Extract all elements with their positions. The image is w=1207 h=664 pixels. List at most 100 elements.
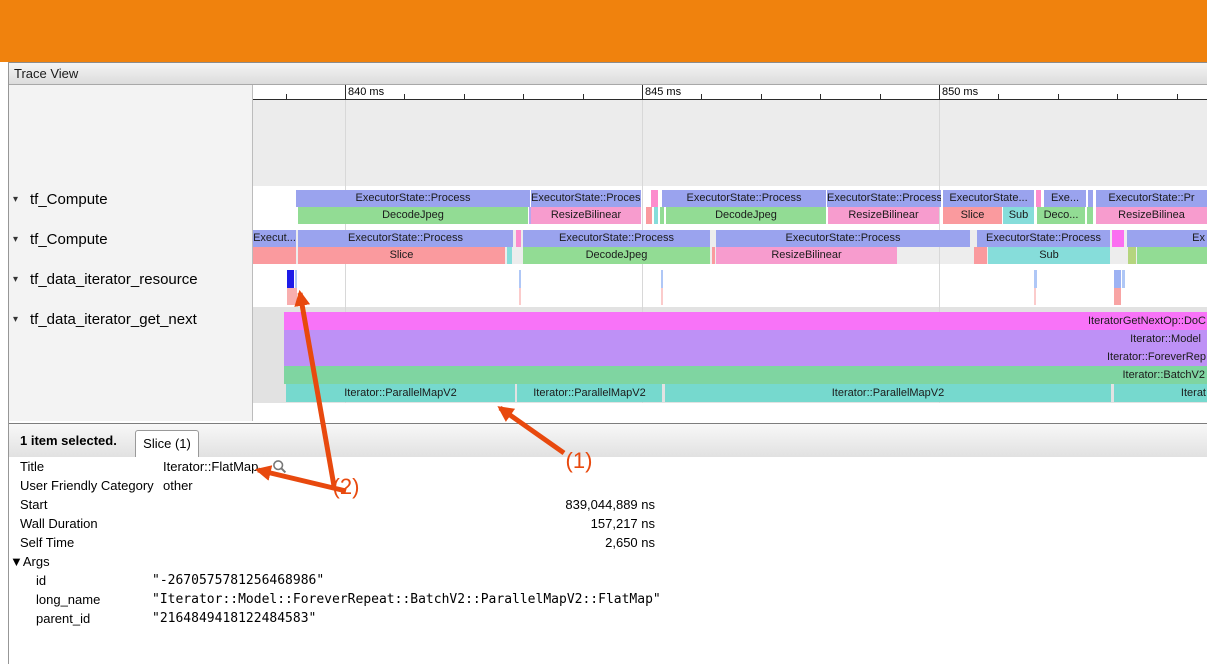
- trace-slice[interactable]: Iterator::ParallelMapV2: [665, 384, 1111, 402]
- trace-slice[interactable]: Iterator::ParallelMapV2: [517, 384, 662, 402]
- trace-slice[interactable]: ExecutorState::Process: [716, 230, 970, 247]
- trace-slice[interactable]: ResizeBilinear: [828, 207, 939, 224]
- trace-slice[interactable]: [295, 270, 297, 288]
- analysis-row: TitleIterator::FlatMap: [9, 457, 1207, 476]
- trace-slice[interactable]: [519, 288, 521, 305]
- track-name: tf_Compute: [30, 191, 108, 208]
- trace-slice[interactable]: ExecutorState::Pr: [1096, 190, 1207, 207]
- ruler-minor-tick: [1058, 94, 1059, 99]
- track-label-row: ▾ tf_data_iterator_get_next: [9, 311, 252, 331]
- trace-slice[interactable]: ResizeBilinear: [531, 207, 641, 224]
- analysis-row-value: other: [163, 478, 193, 493]
- selection-summary: 1 item selected.: [20, 424, 117, 457]
- trace-slice[interactable]: Ex: [1127, 230, 1207, 247]
- trace-slice[interactable]: [660, 207, 664, 224]
- ruler-minor-tick: [1177, 94, 1178, 99]
- ruler-major-tick: [345, 85, 346, 99]
- trace-slice[interactable]: ResizeBilinea: [1096, 207, 1207, 224]
- track-name: tf_Compute: [30, 231, 108, 248]
- trace-slice[interactable]: [1087, 207, 1093, 224]
- trace-view-titlebar: Trace View: [9, 62, 1207, 85]
- tab-slice[interactable]: Slice (1): [135, 430, 199, 459]
- trace-slice[interactable]: [661, 288, 663, 305]
- analysis-row: Start839,044,889 ns: [9, 495, 1207, 514]
- trace-slice[interactable]: Sub: [1003, 207, 1034, 224]
- trace-slice[interactable]: [1114, 288, 1121, 305]
- trace-slice[interactable]: Slice: [298, 247, 505, 264]
- trace-slice[interactable]: [253, 247, 296, 264]
- trace-slice[interactable]: ExecutorState...: [943, 190, 1034, 207]
- trace-slice[interactable]: [519, 270, 521, 288]
- ruler-minor-tick: [820, 94, 821, 99]
- ruler-minor-tick: [404, 94, 405, 99]
- trace-slice[interactable]: [1137, 247, 1207, 264]
- trace-slice[interactable]: Slice: [943, 207, 1002, 224]
- ruler-major-tick: [939, 85, 940, 99]
- trace-slice[interactable]: [646, 207, 652, 224]
- trace-slice[interactable]: DecodeJpeg: [523, 247, 710, 264]
- trace-slice[interactable]: ExecutorState::Process: [531, 190, 641, 207]
- trace-slice[interactable]: ExecutorState::Process: [662, 190, 826, 207]
- track-name: tf_data_iterator_get_next: [30, 311, 197, 328]
- track-label-row: ▾ tf_data_iterator_resource: [9, 271, 252, 291]
- app-masthead: [0, 0, 1207, 62]
- analysis-table: TitleIterator::FlatMapUser Friendly Cate…: [9, 457, 1207, 664]
- arg-value: "-2670575781256468986": [152, 573, 324, 588]
- trace-slice[interactable]: Iterator::ForeverRep: [284, 348, 1207, 366]
- ruler-minor-tick: [998, 94, 999, 99]
- trace-slice[interactable]: Sub: [988, 247, 1110, 264]
- collapse-track-button[interactable]: ▾: [13, 234, 18, 245]
- trace-slice[interactable]: [1034, 288, 1036, 305]
- trace-slice[interactable]: Iterator::Model: [284, 330, 1207, 348]
- trace-slice[interactable]: Deco...: [1037, 207, 1085, 224]
- time-ruler[interactable]: 840 ms845 ms850 ms: [253, 85, 1207, 100]
- trace-slice[interactable]: ExecutorState::Process: [523, 230, 710, 247]
- args-collapse-toggle[interactable]: ▼Args: [10, 554, 50, 569]
- trace-slice[interactable]: [1128, 247, 1136, 264]
- trace-slice[interactable]: [651, 190, 658, 207]
- trace-slice[interactable]: [1088, 190, 1093, 207]
- ruler-minor-tick: [1117, 94, 1118, 99]
- trace-slice[interactable]: ExecutorState::Process: [296, 190, 530, 207]
- trace-slice[interactable]: ExecutorState::Process: [298, 230, 513, 247]
- arg-row: long_name"Iterator::Model::ForeverRepeat…: [9, 590, 1207, 609]
- trace-slice[interactable]: [1122, 270, 1125, 288]
- trace-slice[interactable]: [661, 270, 663, 288]
- collapse-track-button[interactable]: ▾: [13, 194, 18, 205]
- trace-slice[interactable]: [1112, 230, 1124, 247]
- trace-slice[interactable]: [974, 247, 987, 264]
- arg-key: parent_id: [36, 611, 90, 626]
- analysis-row-value: 2,650 ns: [9, 535, 655, 550]
- trace-slice[interactable]: DecodeJpeg: [298, 207, 528, 224]
- track-label-row: ▾ tf_Compute: [9, 191, 252, 211]
- collapse-track-button[interactable]: ▾: [13, 274, 18, 285]
- ruler-minor-tick: [701, 94, 702, 99]
- trace-slice[interactable]: Exe...: [1044, 190, 1086, 207]
- trace-slice[interactable]: [1034, 270, 1037, 288]
- trace-slice[interactable]: [507, 247, 512, 264]
- trace-slice[interactable]: DecodeJpeg: [666, 207, 826, 224]
- track-name: tf_data_iterator_resource: [30, 271, 198, 288]
- ruler-minor-tick: [583, 94, 584, 99]
- trace-slice[interactable]: [1114, 270, 1121, 288]
- trace-slice[interactable]: Iterator::ParallelMapV2: [286, 384, 515, 402]
- trace-slice[interactable]: Execut...: [253, 230, 296, 247]
- trace-slice[interactable]: ExecutorState::Process: [827, 190, 941, 207]
- trace-slice[interactable]: [287, 288, 297, 305]
- trace-slice[interactable]: ResizeBilinear: [716, 247, 897, 264]
- trace-slice[interactable]: IteratorGetNextOp::DoC: [284, 312, 1207, 330]
- trace-slice[interactable]: [712, 247, 715, 264]
- args-header-row: ▼Args: [9, 552, 1207, 571]
- trace-slice[interactable]: ExecutorState::Process: [977, 230, 1110, 247]
- trace-slice[interactable]: [654, 207, 658, 224]
- ruler-minor-tick: [761, 94, 762, 99]
- trace-slice[interactable]: [287, 270, 294, 288]
- arg-value: "2164849418122484583": [152, 611, 316, 626]
- trace-slice[interactable]: Iterat: [1114, 384, 1207, 402]
- trace-slice[interactable]: [1036, 190, 1041, 207]
- trace-slice[interactable]: [516, 230, 521, 247]
- collapse-track-button[interactable]: ▾: [13, 314, 18, 325]
- ruler-time-label: 840 ms: [348, 86, 384, 98]
- trace-slice[interactable]: Iterator::BatchV2: [284, 366, 1207, 384]
- analysis-row: Wall Duration157,217 ns: [9, 514, 1207, 533]
